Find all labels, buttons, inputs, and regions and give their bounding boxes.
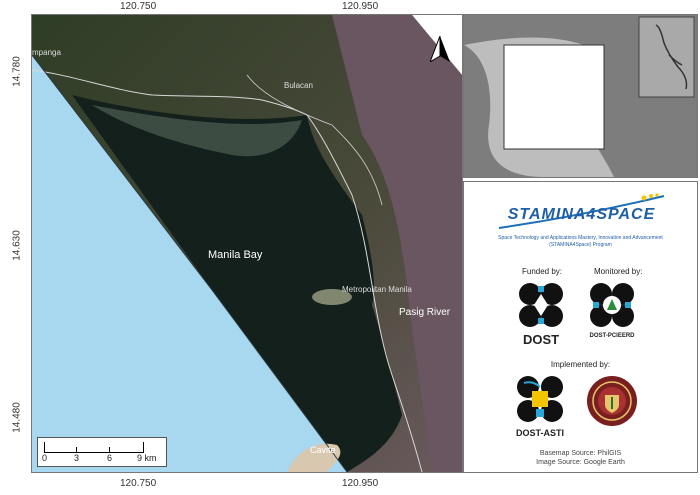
inset-canvas — [464, 15, 697, 177]
stamina4space-logo: STAMINA4SPACE — [494, 192, 669, 232]
north-arrow-icon — [429, 35, 450, 64]
y-tick-3: 14.480 — [11, 402, 23, 433]
y-tick-1: 14.780 — [11, 56, 23, 87]
monitored-by-label: Monitored by: — [594, 267, 643, 276]
logo-subtitle-1: Space Technology and Applications Master… — [498, 235, 663, 241]
scale-tick-6: 6 — [107, 453, 113, 463]
scale-tick-0: 0 — [42, 453, 48, 463]
logo-title: STAMINA4SPACE — [507, 206, 656, 223]
dost-asti-logo: DOST-ASTI — [510, 375, 570, 441]
asti-emblem-icon — [517, 376, 563, 422]
pcieerd-emblem-icon — [590, 283, 634, 327]
scale-bar: 0 3 6 9 km — [37, 437, 167, 467]
x-tick-top-1: 120.750 — [120, 1, 157, 12]
image-source: Image Source: Google Earth — [536, 459, 625, 466]
credits-panel: STAMINA4SPACE Space Technology and Appli… — [463, 181, 698, 473]
north-arrow: N — [429, 25, 450, 65]
university-seal-icon — [587, 376, 637, 426]
logo-subtitle-2: (STAMINA4Space) Program — [549, 242, 612, 248]
label-metro-manila: Metropolitan Manila — [342, 285, 412, 294]
scale-tick-9km: 9 km — [137, 453, 157, 463]
x-tick-bottom-1: 120.750 — [120, 478, 157, 489]
label-pampanga: mpanga — [32, 48, 61, 57]
map-canvas — [32, 15, 462, 472]
dost-label: DOST — [522, 332, 560, 347]
x-tick-top-2: 120.950 — [342, 1, 379, 12]
label-cavite: Cavite — [310, 445, 336, 455]
scale-tick-3: 3 — [74, 453, 80, 463]
funded-by-label: Funded by: — [522, 267, 563, 276]
university-seal — [586, 375, 638, 427]
dost-pcieerd-logo: DOST-PCIEERD — [582, 282, 642, 348]
label-manila-bay: Manila Bay — [208, 249, 263, 261]
x-tick-bottom-2: 120.950 — [342, 478, 379, 489]
dost-asti-label: DOST-ASTI — [515, 428, 564, 438]
y-tick-2: 14.630 — [11, 230, 23, 261]
dost-emblem-icon — [519, 283, 563, 327]
label-bulacan: Bulacan — [284, 81, 313, 90]
philippines-locator — [638, 16, 695, 98]
study-area-box — [503, 44, 605, 150]
inset-map — [463, 14, 698, 178]
main-map[interactable]: mpanga Bulacan Manila Bay Metropolitan M… — [31, 14, 463, 473]
dost-logo: DOST — [516, 282, 566, 348]
basemap-source: Basemap Source: PhilGIS — [539, 450, 622, 457]
north-label: N — [436, 25, 444, 36]
implemented-by-label: Implemented by: — [550, 360, 611, 369]
dost-pcieerd-label: DOST-PCIEERD — [589, 333, 635, 339]
label-pasig-river: Pasig River — [399, 307, 451, 318]
